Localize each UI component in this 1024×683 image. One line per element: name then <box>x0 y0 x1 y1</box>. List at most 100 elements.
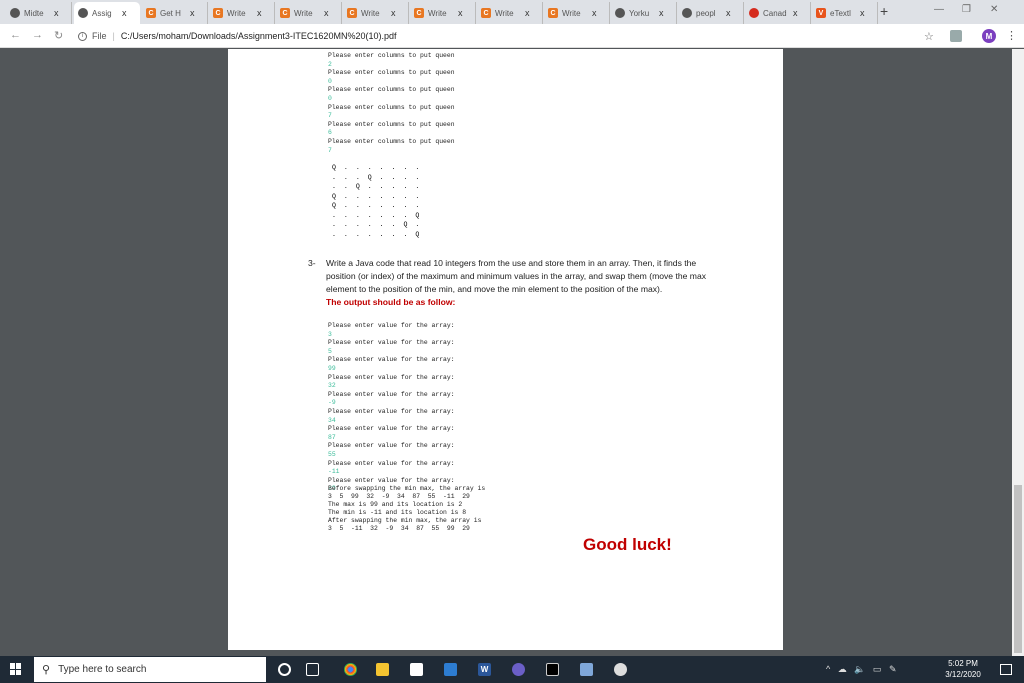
console-input: 3 <box>328 330 332 338</box>
tab-close-icon[interactable]: x <box>324 8 329 18</box>
queen-console-output: Please enter columns to put queen 2 Please… <box>328 52 455 155</box>
tab-close-icon[interactable]: x <box>190 8 195 18</box>
app2-icon[interactable] <box>614 663 627 676</box>
notification-icon[interactable] <box>1000 664 1012 675</box>
chegg-icon: C <box>347 8 357 18</box>
tab-1[interactable]: Assig x <box>74 2 140 24</box>
tab-close-icon[interactable]: x <box>391 8 396 18</box>
tab-6[interactable]: C Write x <box>410 2 476 24</box>
word-icon[interactable]: W <box>478 663 491 676</box>
tab-close-icon[interactable]: x <box>793 8 798 18</box>
minimize-icon[interactable]: — <box>934 4 944 15</box>
tab-close-icon[interactable]: x <box>659 8 664 18</box>
console-prompt: Please enter value for the array: <box>328 476 455 484</box>
store-icon[interactable] <box>410 663 423 676</box>
console-input: 2 <box>328 60 332 68</box>
reload-icon[interactable]: ↻ <box>54 29 63 42</box>
profile-avatar[interactable]: M <box>982 29 996 43</box>
console-input: -11 <box>328 468 340 476</box>
tab-close-icon[interactable]: x <box>54 8 59 18</box>
tab-close-icon[interactable]: x <box>257 8 262 18</box>
scrollbar-thumb[interactable] <box>1014 485 1022 653</box>
console-input: 6 <box>328 129 332 137</box>
extension-icon[interactable] <box>950 30 962 42</box>
mail-icon[interactable] <box>444 663 457 676</box>
url-scheme: File <box>92 31 107 41</box>
chegg-icon: C <box>414 8 424 18</box>
tab-9[interactable]: Yorku x <box>611 2 677 24</box>
console-prompt: Please enter value for the array: <box>328 339 455 347</box>
tab-close-icon[interactable]: x <box>458 8 463 18</box>
maximize-icon[interactable]: ❐ <box>962 4 971 15</box>
app-icon[interactable] <box>512 663 525 676</box>
tab-label: Canad <box>763 8 787 18</box>
globe-icon <box>10 8 20 18</box>
console-prompt: Please enter columns to put queen <box>328 86 455 94</box>
console-input: 55 <box>328 450 336 458</box>
tab-0[interactable]: Midte x <box>6 2 72 24</box>
closing-text: Good luck! <box>583 535 672 554</box>
board-row: . . . . . . . Q <box>332 211 422 219</box>
tab-2[interactable]: C Get H x <box>142 2 208 24</box>
console-input: 32 <box>328 382 336 390</box>
url-divider: | <box>112 31 115 41</box>
pdf-viewer: Please enter columns to put queen 2 Please… <box>0 49 1012 656</box>
board-row: . . . . . . Q . <box>332 221 422 228</box>
url-box[interactable]: i File | C:/Users/moham/Downloads/Assign… <box>78 28 948 44</box>
clock-date: 3/12/2020 <box>945 670 981 679</box>
console-prompt: Please enter columns to put queen <box>328 120 455 128</box>
globe-icon <box>615 8 625 18</box>
result-line: After swapping the min max, the array is <box>328 517 482 524</box>
new-tab-button[interactable]: + <box>880 3 888 19</box>
result-console-output: Before swapping the min max, the array i… <box>328 485 485 533</box>
bookmark-star-icon[interactable]: ☆ <box>924 30 934 43</box>
board-row: . . . Q . . . . <box>332 173 422 181</box>
tab-3[interactable]: C Write x <box>209 2 275 24</box>
task-view-icon[interactable] <box>306 663 319 676</box>
tab-8[interactable]: C Write x <box>544 2 610 24</box>
console-input: 87 <box>328 433 336 441</box>
tab-close-icon[interactable]: x <box>726 8 731 18</box>
taskbar: ⚲ Type here to search W ^ ☁ 🔈 ▭ ✎ 5:02 P… <box>0 656 1024 683</box>
browser-menu-icon[interactable]: ⋮ <box>1006 29 1017 42</box>
tab-5[interactable]: C Write x <box>343 2 409 24</box>
close-window-icon[interactable]: ✕ <box>990 4 998 15</box>
file-explorer-icon[interactable] <box>376 663 389 676</box>
back-icon[interactable]: ← <box>10 29 21 41</box>
tab-12[interactable]: VeTextl x <box>812 2 878 24</box>
v-icon: V <box>816 8 826 18</box>
console-input: 7 <box>328 112 332 120</box>
console-prompt: Please enter value for the array: <box>328 407 455 415</box>
info-icon[interactable]: i <box>78 31 87 41</box>
windows-start-icon[interactable] <box>10 663 22 675</box>
tab-label: Yorku <box>629 8 650 18</box>
scrollbar[interactable] <box>1012 49 1024 656</box>
board-row: . . Q . . . . . <box>332 183 422 190</box>
output-note: The output should be as follow: <box>326 297 456 307</box>
tab-close-icon[interactable]: x <box>860 8 865 18</box>
tab-10[interactable]: peopl x <box>678 2 744 24</box>
console-prompt: Please enter value for the array: <box>328 373 455 381</box>
system-tray-icons[interactable]: ^ ☁ 🔈 ▭ ✎ <box>826 664 896 675</box>
notes-icon[interactable] <box>580 663 593 676</box>
console-prompt: Please enter columns to put queen <box>328 69 455 77</box>
globe-icon <box>682 8 692 18</box>
tab-close-icon[interactable]: x <box>525 8 530 18</box>
tab-11[interactable]: Canad x <box>745 2 811 24</box>
search-icon: ⚲ <box>42 664 51 676</box>
taskbar-search[interactable]: ⚲ Type here to search <box>34 657 266 682</box>
forward-icon[interactable]: → <box>32 29 43 41</box>
cortana-icon[interactable] <box>278 663 291 676</box>
tab-close-icon[interactable]: x <box>592 8 597 18</box>
address-bar: ← → ↻ i File | C:/Users/moham/Downloads/… <box>0 24 1024 48</box>
console-input: 0 <box>328 94 332 102</box>
clock[interactable]: 5:02 PM 3/12/2020 <box>935 658 991 680</box>
globe-icon <box>78 8 88 18</box>
tab-7[interactable]: C Write x <box>477 2 543 24</box>
chrome-icon[interactable] <box>344 663 357 676</box>
tab-4[interactable]: C Write x <box>276 2 342 24</box>
terminal-icon[interactable] <box>546 663 559 676</box>
tab-label: Write <box>495 8 514 18</box>
tab-close-icon[interactable]: x <box>122 8 127 18</box>
question-3: 3- Write a Java code that read 10 intege… <box>308 257 728 309</box>
